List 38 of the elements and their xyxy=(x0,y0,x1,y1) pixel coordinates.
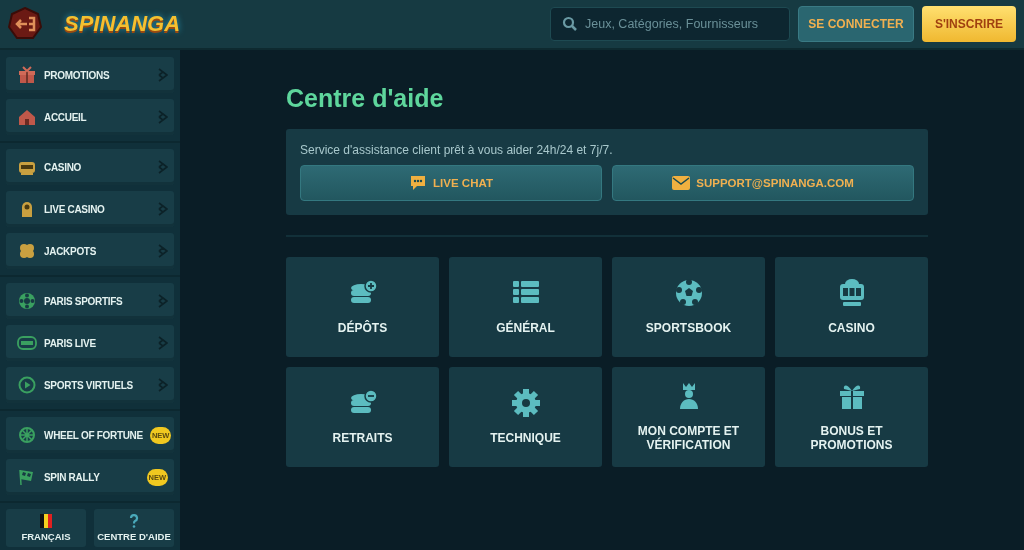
house-icon xyxy=(17,107,37,127)
support-text: Service d'assistance client prêt à vous aider 24h/24 et 7j/7. xyxy=(300,143,614,157)
question-icon xyxy=(127,514,141,528)
menu-item[interactable]: PARIS LIVE xyxy=(6,325,174,361)
menu-item[interactable]: JACKPOTS xyxy=(6,233,174,269)
category-tile[interactable]: MON COMPTE ET VÉRIFICATION xyxy=(612,367,765,467)
category-tile[interactable]: CASINO xyxy=(775,257,928,357)
back-arrow-icon xyxy=(8,7,42,41)
menu-item[interactable]: LIVE CASINO xyxy=(6,191,174,227)
category-tile[interactable]: GÉNÉRAL xyxy=(449,257,602,357)
category-tile[interactable]: TECHNIQUE xyxy=(449,367,602,467)
ball-icon xyxy=(17,291,37,311)
help-button[interactable]: CENTRE D'AIDE xyxy=(94,509,174,547)
wheel-icon xyxy=(17,425,37,445)
category-tile[interactable]: BONUS ET PROMOTIONS xyxy=(775,367,928,467)
live-tv-icon xyxy=(17,333,37,353)
menu-item[interactable]: SPORTS VIRTUELS xyxy=(6,367,174,403)
menu-item[interactable]: ACCUEIL xyxy=(6,99,174,135)
page-title: Centre d'aide xyxy=(286,84,445,113)
category-tile[interactable]: DÉPÔTS xyxy=(286,257,439,357)
search-field[interactable]: Jeux, Catégories, Fournisseurs xyxy=(550,7,790,41)
language-button[interactable]: FRANÇAIS xyxy=(6,509,86,547)
menu-item[interactable]: PROMOTIONS xyxy=(6,57,174,93)
signup-button[interactable]: S'INSCRIRE xyxy=(922,6,1016,42)
ball-icon xyxy=(673,278,704,309)
menu-item[interactable]: CASINO xyxy=(6,149,174,185)
chat-bubble-icon xyxy=(409,174,428,192)
category-tile[interactable]: RETRAITS xyxy=(286,367,439,467)
flag-icon xyxy=(39,514,53,528)
category-tile[interactable]: SPORTSBOOK xyxy=(612,257,765,357)
live-chat-button[interactable]: LIVE CHAT xyxy=(300,165,602,201)
envelope-icon xyxy=(672,176,691,190)
gear-icon xyxy=(510,388,541,419)
email-button[interactable]: SUPPORT@SPINANGA.COM xyxy=(612,165,914,201)
gift-icon xyxy=(17,65,37,85)
logo[interactable]: SPINANGA xyxy=(64,11,181,37)
play-icon xyxy=(17,375,37,395)
menu-item[interactable]: PARIS SPORTIFS xyxy=(6,283,174,319)
